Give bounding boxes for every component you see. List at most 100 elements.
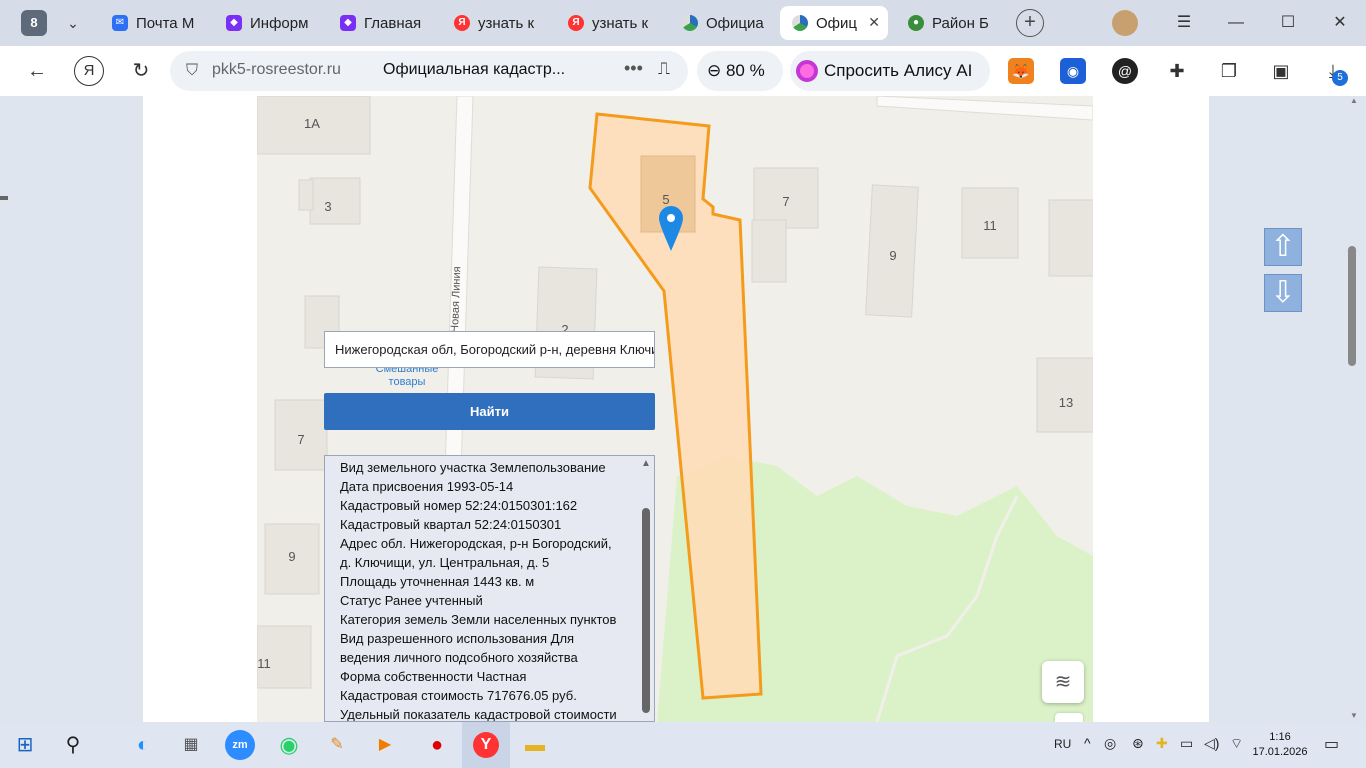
security-tray-icon[interactable]: ✚: [1156, 735, 1168, 752]
record-icon[interactable]: ●: [422, 730, 452, 760]
building-7-annex: [751, 219, 787, 283]
close-tab-icon[interactable]: ✕: [868, 14, 880, 31]
network-tray-icon[interactable]: ⊛: [1132, 735, 1144, 752]
collections-icon[interactable]: ❐: [1216, 58, 1242, 84]
info-line: Форма собственности Частная: [340, 669, 527, 684]
downloads-badge: 5: [1332, 70, 1348, 86]
extension-logo-icon[interactable]: @: [1112, 58, 1138, 84]
tab-rosreestr-1[interactable]: Официа: [670, 6, 774, 40]
browser-toolbar: ← Я ↻ ⛉ pkk5-rosreestor.ru Официальная к…: [0, 46, 1366, 96]
wifi-tray-icon[interactable]: ⌔: [1230, 735, 1243, 753]
alice-label: Спросить Алису AI: [824, 61, 973, 80]
bookmark-icon[interactable]: ⎍: [658, 59, 670, 79]
tab-inform[interactable]: ◆ Информ: [214, 6, 318, 40]
tab-main[interactable]: ◆ Главная: [328, 6, 432, 40]
page-scroll-thumb[interactable]: [1348, 246, 1356, 366]
info-line: Адрес обл. Нижегородская, р-н Богородски…: [340, 536, 612, 551]
parcel-info-panel[interactable]: Вид земельного участка Землепользование …: [324, 455, 655, 722]
street-label: Новая Линия: [449, 266, 463, 333]
scroll-up-button-icon[interactable]: ⇧: [1264, 228, 1302, 266]
yandex-icon: Я: [454, 15, 470, 31]
label-11-right: 11: [983, 218, 997, 233]
clock-time: 1:16: [1269, 731, 1291, 743]
find-button[interactable]: Найти: [324, 393, 655, 430]
info-line: Кадастровый номер 52:24:0150301:162: [340, 498, 578, 513]
reload-icon[interactable]: ↻: [126, 56, 156, 86]
volume-tray-icon[interactable]: ◁): [1204, 735, 1219, 752]
zoom-indicator[interactable]: ⊖ 80 %: [697, 51, 783, 91]
scroll-top-arrow-icon[interactable]: ▲: [1350, 96, 1358, 105]
info-line: Статус Ранее учтенный: [340, 593, 483, 608]
alice-button[interactable]: Спросить Алису AI: [790, 51, 990, 91]
tab-list-chevron-icon[interactable]: ⌄: [58, 8, 88, 38]
page-scrollbar[interactable]: ▲ ▼: [1346, 96, 1366, 722]
taskbar-clock[interactable]: 1:16 17.01.2026: [1248, 730, 1312, 760]
label-9: 9: [288, 549, 295, 564]
whatsapp-icon[interactable]: ◉: [274, 730, 304, 760]
label-11: 11: [257, 656, 271, 671]
windows-start-icon[interactable]: ⊞: [10, 730, 40, 760]
menu-hamburger-icon[interactable]: ☰: [1158, 0, 1210, 46]
screenshot-icon[interactable]: ▣: [1268, 58, 1294, 84]
metamask-extension-icon[interactable]: 🦊: [1008, 58, 1034, 84]
tab-district[interactable]: ● Район Б: [896, 6, 1000, 40]
info-scroll-thumb[interactable]: [642, 508, 650, 713]
yandex-browser-taskbar-icon[interactable]: Y: [462, 722, 510, 768]
tab-yandex-search-2[interactable]: Я узнать к: [556, 6, 664, 40]
info-line: Вид земельного участка Землепользование: [340, 460, 606, 475]
zoom-level: 80 %: [725, 61, 765, 80]
building-3: [309, 177, 361, 225]
more-dots-icon[interactable]: •••: [624, 58, 643, 79]
parcel-info-lines: Вид земельного участка Землепользование …: [340, 458, 635, 721]
windows-taskbar: ⊞ ⚲ ◐ ▦ zm ◉ ✎ ▶ ● Y ▬ RU ^ ◎ ⊛ ✚ ▭ ◁) ⌔…: [0, 722, 1366, 768]
language-indicator[interactable]: RU: [1054, 737, 1071, 751]
downloads-icon[interactable]: ⤓ 5: [1320, 58, 1348, 86]
search-icon[interactable]: ⚲: [58, 730, 88, 760]
alice-icon: [796, 60, 818, 82]
tray-chevron-icon[interactable]: ^: [1084, 735, 1091, 751]
scroll-up-arrow-icon[interactable]: ▲: [640, 458, 652, 470]
file-explorer-icon[interactable]: ▬: [520, 730, 550, 760]
tab-mail[interactable]: ✉ Почта М: [100, 6, 204, 40]
shield-icon[interactable]: ⛉: [180, 59, 204, 83]
marker-dot: [667, 214, 675, 222]
info-line: д. Ключищи, ул. Центральная, д. 5: [340, 555, 550, 570]
address-host: pkk5-rosreestor.ru: [212, 61, 341, 78]
video-player-icon[interactable]: ▶: [370, 730, 400, 760]
notifications-icon[interactable]: ▭: [1324, 734, 1339, 754]
address-search-input[interactable]: Нижегородская обл, Богородский р-н, дере…: [324, 331, 655, 368]
tab-yandex-search-1[interactable]: Я узнать к: [442, 6, 550, 40]
zoom-control[interactable]: [1055, 713, 1083, 722]
tab-rosreestr-active[interactable]: Офиц ✕: [780, 6, 888, 40]
scroll-down-button-icon[interactable]: ⇩: [1264, 274, 1302, 312]
zoom-app-icon[interactable]: zm: [225, 730, 255, 760]
tab-count-button[interactable]: 8: [21, 10, 47, 36]
close-window-icon[interactable]: ✕: [1314, 0, 1366, 46]
info-line: Категория земель Земли населенных пункто…: [340, 612, 617, 627]
zoom-out-icon: ⊖: [707, 61, 726, 80]
info-scrollbar[interactable]: ▲: [640, 458, 652, 721]
vpn-extension-icon[interactable]: ◉: [1060, 58, 1086, 84]
maximize-icon[interactable]: ☐: [1262, 0, 1314, 46]
layers-icon[interactable]: ≋: [1042, 661, 1084, 703]
camera-tray-icon[interactable]: ◎: [1104, 735, 1116, 752]
edge-icon[interactable]: ◐: [128, 730, 158, 760]
minimize-icon[interactable]: —: [1210, 0, 1262, 46]
window-controls: ☰ — ☐ ✕: [1158, 0, 1366, 46]
calculator-icon[interactable]: ▦: [176, 730, 206, 760]
new-tab-plus-icon[interactable]: +: [1016, 9, 1044, 37]
globe-icon: ●: [908, 15, 924, 31]
info-line: Вид разрешенного использования Для: [340, 631, 575, 646]
scroll-bottom-arrow-icon[interactable]: ▼: [1350, 711, 1358, 720]
back-arrow-icon[interactable]: ←: [22, 56, 52, 86]
battery-tray-icon[interactable]: ▭: [1180, 735, 1193, 752]
profile-avatar[interactable]: [1112, 10, 1138, 36]
rosreestr-icon: [682, 15, 698, 31]
label-5: 5: [662, 192, 669, 207]
paint-icon[interactable]: ✎: [322, 730, 352, 760]
extensions-puzzle-icon[interactable]: ✚: [1164, 58, 1190, 84]
tab-bar: 8 ⌄ ✉ Почта М ◆ Информ ◆ Главная Я узнат…: [0, 0, 1366, 46]
info-line: ведения личного подсобного хозяйства: [340, 650, 578, 665]
yandex-home-icon[interactable]: Я: [74, 56, 104, 86]
address-bar[interactable]: ⛉ pkk5-rosreestor.ru Официальная кадастр…: [170, 51, 688, 91]
